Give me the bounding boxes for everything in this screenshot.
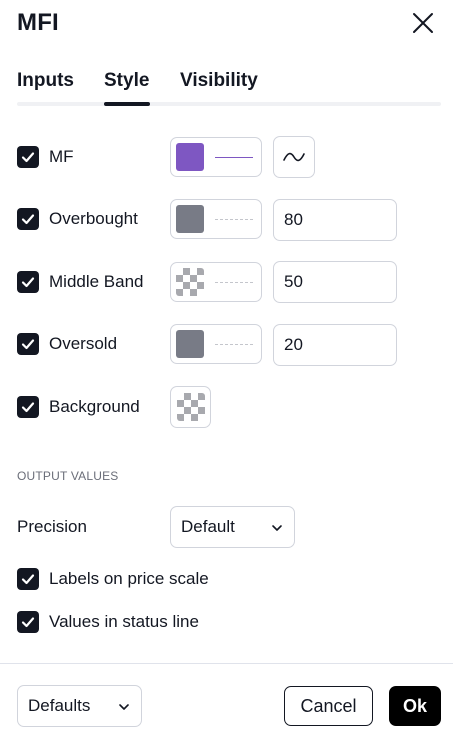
chevron-down-icon (119, 704, 129, 710)
footer-divider (0, 663, 453, 664)
precision-value: Default (181, 517, 235, 536)
labels-on-price-scale-label: Labels on price scale (49, 569, 209, 588)
mf-color-picker[interactable] (170, 137, 262, 177)
overbought-line-preview (215, 219, 253, 220)
labels-on-price-scale-checkbox[interactable] (17, 568, 39, 590)
middle-band-color-swatch (176, 268, 204, 296)
dialog-title: MFI (17, 9, 59, 36)
defaults-dropdown[interactable]: Defaults (17, 685, 142, 727)
mf-line-preview (215, 157, 253, 158)
line-wave-icon (283, 152, 305, 162)
tab-track (17, 102, 441, 106)
precision-label: Precision (17, 517, 87, 536)
tab-inputs[interactable]: Inputs (17, 70, 74, 92)
overbought-value-input[interactable]: 80 (273, 199, 397, 241)
overbought-label: Overbought (49, 209, 138, 228)
oversold-label: Oversold (49, 334, 118, 353)
chevron-down-icon (272, 525, 282, 531)
tab-visibility[interactable]: Visibility (180, 70, 258, 92)
middle-band-checkbox[interactable] (17, 271, 39, 293)
checkmark-icon (21, 617, 35, 628)
active-tab-indicator (104, 102, 150, 106)
overbought-color-picker[interactable] (170, 199, 262, 239)
middle-band-color-picker[interactable] (170, 262, 262, 302)
close-icon[interactable] (408, 8, 438, 38)
mf-plot-style-button[interactable] (273, 136, 315, 178)
oversold-checkbox[interactable] (17, 333, 39, 355)
overbought-color-swatch (176, 205, 204, 233)
cancel-button[interactable]: Cancel (284, 686, 373, 726)
background-color-picker[interactable] (170, 386, 211, 428)
middle-band-value-input[interactable]: 50 (273, 261, 397, 303)
values-in-status-line-checkbox[interactable] (17, 611, 39, 633)
tab-bar: Inputs Style Visibility (17, 68, 441, 106)
output-values-heading: OUTPUT VALUES (17, 469, 119, 483)
values-in-status-line-label: Values in status line (49, 612, 199, 631)
ok-button[interactable]: Ok (389, 686, 441, 726)
checkmark-icon (21, 214, 35, 225)
oversold-line-preview (215, 344, 253, 345)
overbought-checkbox[interactable] (17, 208, 39, 230)
background-checkbox[interactable] (17, 396, 39, 418)
checkmark-icon (21, 152, 35, 163)
background-label: Background (49, 397, 140, 416)
checkmark-icon (21, 277, 35, 288)
precision-select[interactable]: Default (170, 506, 295, 548)
tab-style[interactable]: Style (104, 70, 149, 92)
middle-band-line-preview (215, 282, 253, 283)
mf-checkbox[interactable] (17, 146, 39, 168)
oversold-color-picker[interactable] (170, 324, 262, 364)
oversold-color-swatch (176, 330, 204, 358)
checkmark-icon (21, 402, 35, 413)
oversold-value-input[interactable]: 20 (273, 324, 397, 366)
middle-band-label: Middle Band (49, 272, 144, 291)
mf-color-swatch (176, 143, 204, 171)
checkmark-icon (21, 574, 35, 585)
mf-label: MF (49, 147, 74, 166)
defaults-label: Defaults (28, 696, 91, 715)
checkmark-icon (21, 339, 35, 350)
background-color-swatch (177, 393, 205, 421)
